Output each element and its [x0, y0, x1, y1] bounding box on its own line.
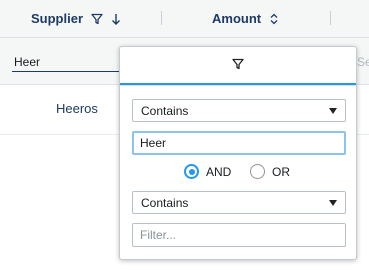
condition2-value-input[interactable]: [132, 223, 346, 247]
header-label-amount: Amount: [212, 11, 262, 26]
filter-icon: [232, 58, 244, 73]
header-label-supplier: Supplier: [31, 11, 84, 26]
condition2-type-value: Contains: [141, 195, 189, 210]
column-filter-popup: Contains AND OR Contains: [119, 46, 357, 260]
condition1-type-select[interactable]: Contains: [132, 99, 346, 122]
filter-tab[interactable]: [120, 47, 356, 85]
header-cell-supplier[interactable]: Supplier: [31, 0, 121, 37]
floating-filter-truncated-text: Se: [357, 55, 369, 69]
header-cell-amount[interactable]: Amount: [212, 0, 279, 37]
sort-unsorted-icon[interactable]: [269, 13, 279, 25]
column-separator[interactable]: [161, 11, 162, 25]
dropdown-caret-icon: [329, 200, 337, 206]
sort-descending-icon[interactable]: [111, 13, 121, 25]
and-radio[interactable]: [184, 164, 199, 179]
condition2-type-select[interactable]: Contains: [132, 191, 346, 214]
filter-icon[interactable]: [91, 13, 103, 25]
and-radio-label[interactable]: AND: [206, 165, 231, 179]
header-row: Supplier Amount: [0, 0, 369, 38]
join-operator-group: AND OR: [120, 162, 356, 184]
or-radio-label[interactable]: OR: [272, 165, 290, 179]
condition1-value-input[interactable]: [132, 131, 346, 155]
supplier-floating-filter-input[interactable]: [12, 52, 122, 72]
column-separator[interactable]: [330, 11, 331, 25]
dropdown-caret-icon: [329, 108, 337, 114]
supplier-cell[interactable]: Heeros: [56, 101, 98, 116]
or-radio[interactable]: [250, 164, 265, 179]
condition1-type-value: Contains: [141, 103, 189, 118]
data-grid: Supplier Amount Se Heeros Co: [0, 0, 369, 270]
tab-divider: [120, 85, 356, 86]
